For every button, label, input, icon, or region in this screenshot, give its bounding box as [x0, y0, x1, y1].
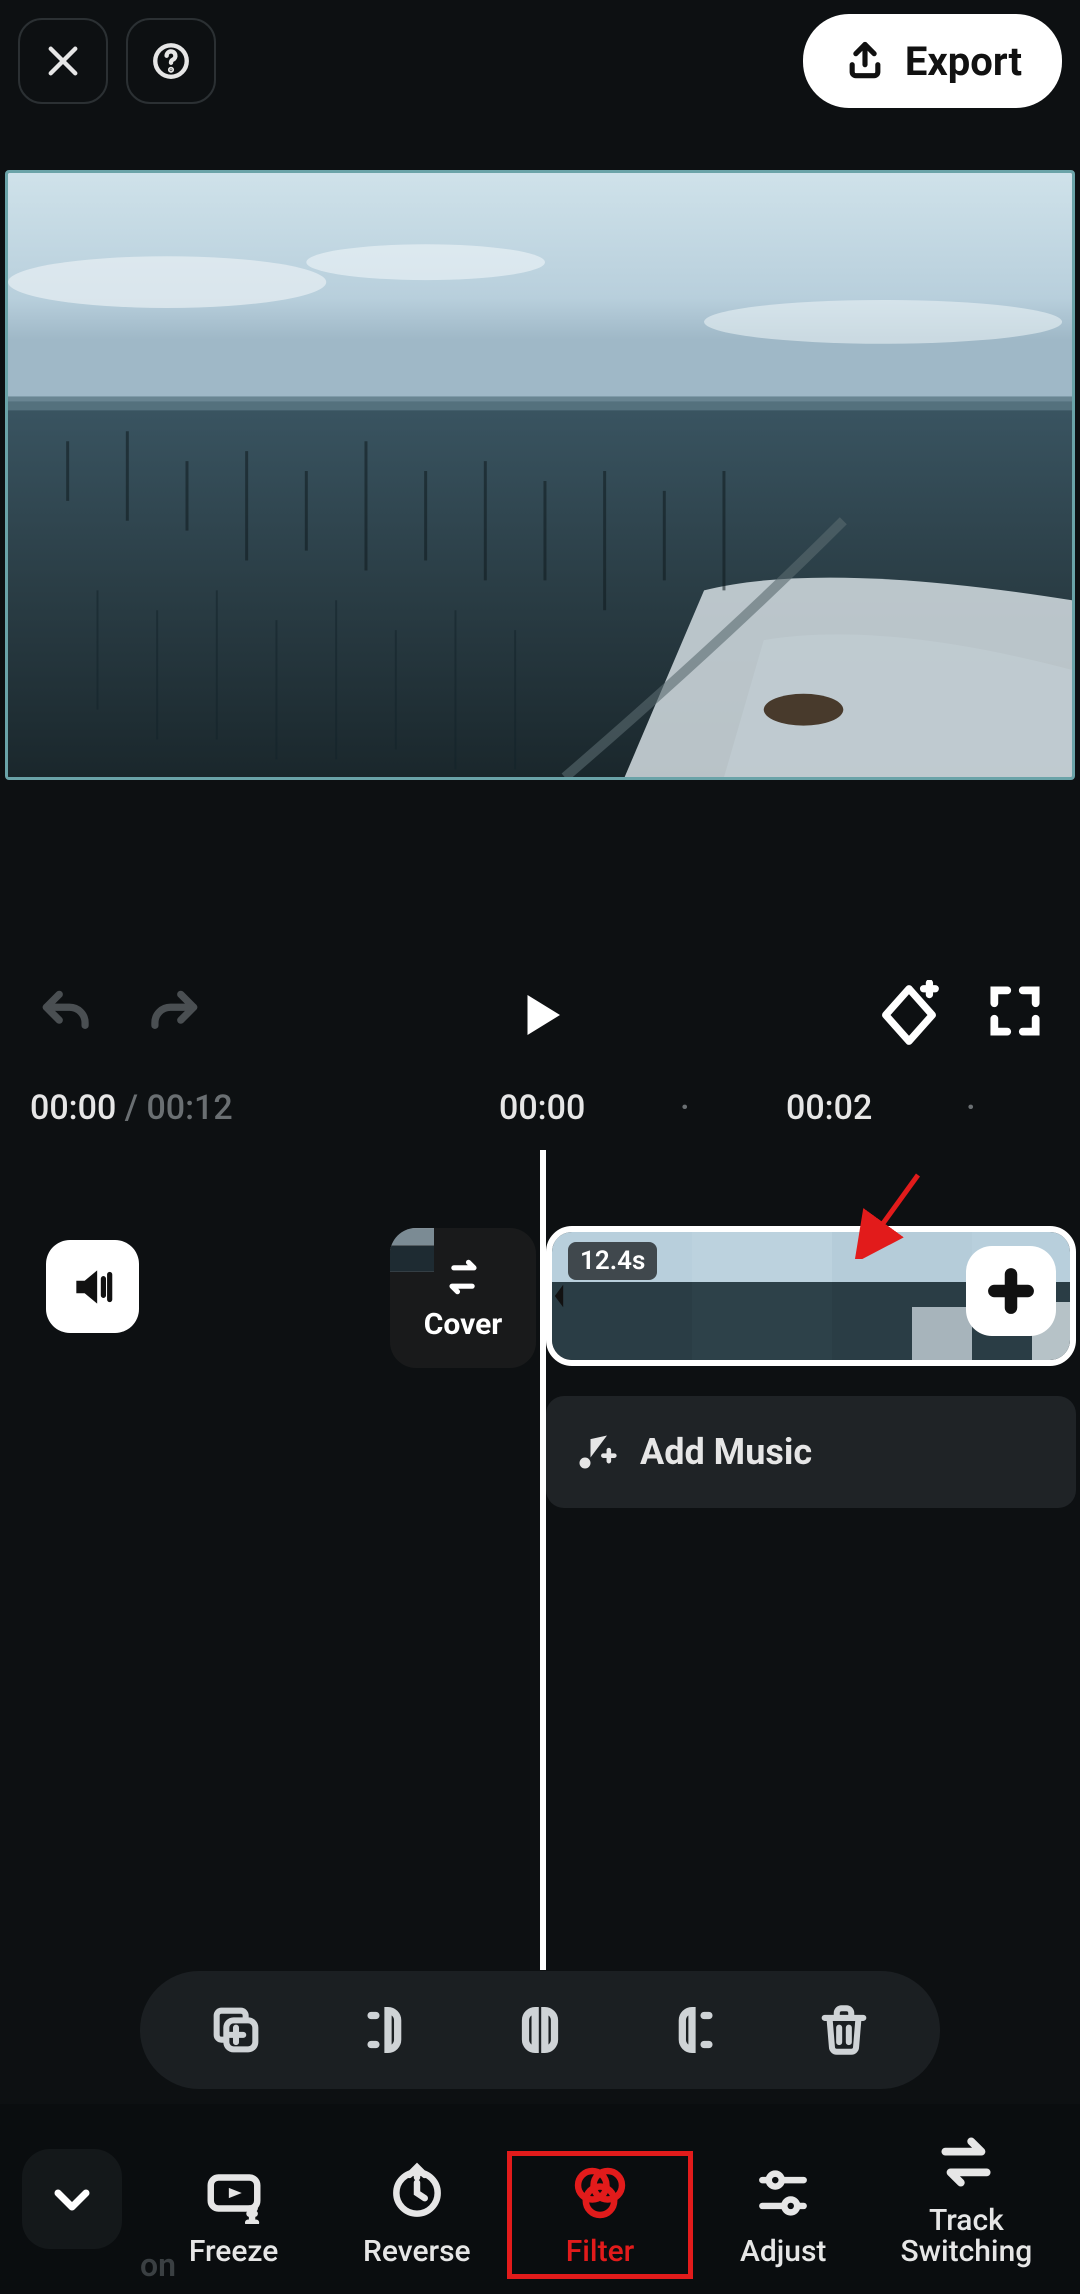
tool-freeze[interactable]: Freeze: [142, 2152, 325, 2278]
tool-filter-label: Filter: [566, 2236, 634, 2268]
filter-icon: [569, 2162, 631, 2224]
ruler-dot-1: ·: [966, 1088, 976, 1128]
cover-button[interactable]: Cover: [390, 1228, 536, 1368]
redo-button[interactable]: [134, 976, 212, 1054]
redo-icon: [142, 984, 204, 1046]
cover-label: Cover: [424, 1307, 503, 1342]
music-add-icon: [574, 1430, 618, 1474]
clip-duration-badge: 12.4s: [568, 1242, 657, 1280]
tool-track-switching-label: Track Switching: [901, 2205, 1033, 2268]
trim-right-icon: [663, 2001, 721, 2059]
video-preview[interactable]: [5, 170, 1075, 780]
tool-track-switching[interactable]: Track Switching: [875, 2121, 1058, 2278]
preview-frame: [8, 173, 1072, 777]
swap-icon: [441, 1255, 485, 1299]
play-button[interactable]: [500, 975, 580, 1055]
export-button[interactable]: Export: [803, 14, 1062, 108]
duplicate-icon: [207, 2001, 265, 2059]
ruler-tick-1: 00:02: [786, 1088, 872, 1128]
reverse-icon: [386, 2162, 448, 2224]
time-current: 00:00: [30, 1088, 116, 1128]
collapse-toolbar-button[interactable]: [22, 2149, 122, 2249]
player-controls: [0, 960, 1080, 1070]
tool-reverse-label: Reverse: [363, 2236, 471, 2268]
play-icon: [510, 985, 570, 1045]
export-icon: [843, 39, 887, 83]
trim-right-button[interactable]: [652, 1990, 732, 2070]
track-switching-icon: [935, 2131, 997, 2193]
tool-freeze-label: Freeze: [189, 2236, 279, 2268]
keyframe-add-icon: [874, 980, 944, 1050]
playhead[interactable]: [540, 1150, 546, 1970]
time-row: 00:00 / 00:12 00:00 · 00:02 ·: [0, 1088, 1080, 1148]
split-icon: [511, 2001, 569, 2059]
chevron-left-icon: [552, 1281, 566, 1311]
ruler-tick-0: 00:00: [499, 1088, 585, 1128]
clip-edit-toolbar: [140, 1971, 940, 2089]
trim-left-icon: [359, 2001, 417, 2059]
trash-icon: [815, 2001, 873, 2059]
close-button[interactable]: [18, 18, 108, 104]
help-icon: [150, 40, 192, 82]
add-music-button[interactable]: Add Music: [546, 1396, 1076, 1508]
time-separator: /: [125, 1088, 138, 1128]
duplicate-button[interactable]: [196, 1990, 276, 2070]
trim-left-button[interactable]: [348, 1990, 428, 2070]
help-button[interactable]: [126, 18, 216, 104]
fullscreen-icon: [984, 980, 1046, 1042]
split-button[interactable]: [500, 1990, 580, 2070]
ruler-dot-0: ·: [680, 1088, 690, 1128]
chevron-down-icon: [48, 2175, 96, 2223]
freeze-icon: [203, 2162, 265, 2224]
tool-adjust[interactable]: Adjust: [692, 2152, 875, 2278]
track-audio-toggle[interactable]: [46, 1240, 139, 1333]
time-readout: 00:00 / 00:12: [30, 1088, 233, 1128]
adjust-icon: [752, 2162, 814, 2224]
tool-reverse[interactable]: Reverse: [325, 2152, 508, 2278]
add-music-label: Add Music: [640, 1431, 812, 1473]
bottom-toolbar: on Freeze Reverse Filter Adjust Track Sw…: [0, 2104, 1080, 2294]
undo-icon: [36, 984, 98, 1046]
fullscreen-button[interactable]: [984, 980, 1054, 1050]
plus-icon: [986, 1266, 1036, 1316]
tool-filter[interactable]: Filter: [508, 2152, 691, 2278]
delete-button[interactable]: [804, 1990, 884, 2070]
export-label: Export: [905, 38, 1022, 85]
video-editor-app: Export: [0, 0, 1080, 2294]
undo-button[interactable]: [28, 976, 106, 1054]
tool-row: Freeze Reverse Filter Adjust Track Switc…: [142, 2121, 1058, 2278]
top-bar: Export: [0, 14, 1080, 108]
clip-trim-handle-left[interactable]: [548, 1264, 570, 1328]
timeline[interactable]: Cover 12.4s Add Music: [0, 1150, 1080, 1970]
add-keyframe-button[interactable]: [874, 980, 944, 1050]
close-icon: [42, 40, 84, 82]
add-clip-button[interactable]: [966, 1246, 1056, 1336]
time-duration: 00:12: [146, 1088, 232, 1128]
volume-icon: [68, 1262, 118, 1312]
tool-adjust-label: Adjust: [740, 2236, 826, 2268]
